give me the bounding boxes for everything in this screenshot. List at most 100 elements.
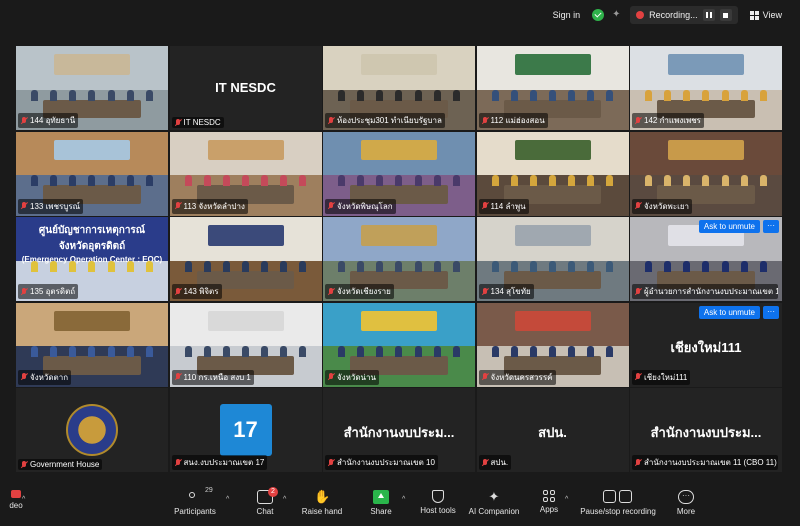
participant-tile[interactable]: สำนักงานงบประม... สำนักงานงบประมาณเขต 10 [323,388,475,472]
participant-tile[interactable]: IT NESDC IT NESDC [169,46,322,130]
participant-tile[interactable]: ศูนย์บัญชาการเหตุการณ์ จังหวัดอุตรดิตถ์ (E… [16,217,168,301]
chat-icon: 2 [257,487,278,504]
participant-name: 114 ลำพูน [490,201,526,211]
ai-sparkle-icon[interactable]: ✦ [612,10,622,20]
pause-stop-recording-button[interactable]: Pause/stop recording [580,490,656,516]
participant-tile[interactable]: จังหวัดตาก [16,302,168,387]
apps-icon [543,490,555,502]
tile-more-options-button[interactable]: ··· [763,305,779,319]
tile-more-options-button[interactable]: ··· [763,220,779,233]
meeting-toolbar: deo ^ 29 Participants ^ 2 Chat ^ ✋ Raise… [0,486,800,526]
participant-name-label: 110 กร.เหนือ สงบ 1 [171,369,254,385]
muted-mic-icon [635,373,641,381]
participant-name-label: จังหวัดนครสวรรค์ [478,369,556,385]
stop-recording-icon [619,490,632,503]
participant-name-label: 144 อุทัยธานี [18,113,79,128]
share-screen-icon [373,490,389,504]
participant-tile[interactable]: 114 ลำพูน [476,131,629,216]
participant-name-label: จังหวัดพะเยา [632,198,693,214]
more-button[interactable]: ··· More [651,490,721,516]
participants-button[interactable]: 29 Participants [160,487,230,516]
grid-view-icon [749,10,759,20]
muted-mic-icon [21,116,27,125]
participant-tile[interactable]: 113 จังหวัดลำปาง [169,131,322,216]
ai-companion-icon: ✦ [488,489,500,504]
participant-name: Government House [30,460,100,469]
participant-name: สนง.งบประมาณเขต 17 [183,458,265,467]
apps-label: Apps [539,505,559,514]
muted-mic-icon [482,202,488,210]
participant-tile[interactable]: 17 สนง.งบประมาณเขต 17 [169,388,322,472]
more-icon: ··· [678,490,694,504]
participant-tile[interactable]: จังหวัดนครสวรรค์ [476,302,629,387]
participant-tile[interactable]: จังหวัดเชียงราย [323,217,475,301]
participant-tile[interactable]: 142 กำแพงเพชร [630,46,782,130]
video-options-caret[interactable]: ^ [22,496,25,503]
participant-tile[interactable]: เชียงใหม่111 Ask to unmute ··· เชียงใหม่111 [630,302,782,387]
participant-tile[interactable]: Ask to unmute ··· ผู้อำนวยการสำนักงานงบประ… [630,217,782,301]
pause-stop-label: Pause/stop recording [580,507,656,516]
share-label: Share [370,507,392,516]
participant-tile[interactable]: สปน. สปน. [476,388,629,472]
participants-options-caret[interactable]: ^ [226,496,229,503]
participants-count: 29 [205,487,213,494]
participant-name-label: Government House [18,459,103,470]
participant-name: 135 อุตรดิตถ์ [30,287,76,296]
participant-tile[interactable]: 112 แม่ฮ่องสอน [476,46,629,130]
participant-name: 144 อุทัยธานี [30,116,76,125]
participant-name: 113 จังหวัดลำปาง [183,201,245,211]
stop-recording-button[interactable] [719,9,732,21]
view-label: View [762,10,782,20]
participant-tile[interactable]: Government House [16,388,168,472]
host-shield-icon [432,490,444,503]
participant-tile[interactable]: 144 อุทัยธานี [16,46,168,130]
view-button[interactable]: View [746,10,786,20]
muted-mic-icon [482,287,488,296]
participant-name: จังหวัดเชียงราย [337,287,391,296]
video-off-icon [11,490,21,498]
muted-mic-icon [635,116,641,125]
chat-options-caret[interactable]: ^ [283,496,286,503]
sign-in-link[interactable]: Sign in [549,10,585,20]
pause-recording-icon [603,490,616,503]
participant-tile[interactable]: ห้องประชุม301 ทำเนียบรัฐบาล [323,46,475,130]
participant-tile[interactable]: จังหวัดพิษณุโลก [323,131,475,216]
participant-tile[interactable]: จังหวัดพะเยา [630,131,782,216]
ask-to-unmute-button[interactable]: Ask to unmute [698,220,760,233]
participant-name-label: ห้องประชุม301 ทำเนียบรัฐบาล [325,113,445,128]
participant-tile[interactable]: 134 สุโขทัย [476,217,629,301]
apps-button[interactable]: Apps [514,490,584,514]
muted-mic-icon [175,373,181,381]
muted-mic-icon [21,287,27,296]
pause-recording-button[interactable] [702,9,715,21]
participant-display-name: IT NESDC [215,80,276,95]
participant-name: จังหวัดน่าน [337,372,376,382]
participant-name-label: สปน. [478,455,512,470]
recording-indicator[interactable]: Recording... [630,6,738,24]
participant-tile[interactable]: จังหวัดน่าน [323,302,475,387]
muted-mic-icon [328,458,334,467]
participant-name-label: สนง.งบประมาณเขต 17 [171,455,268,470]
eoc-banner-text: ศูนย์บัญชาการเหตุการณ์ [38,225,146,236]
top-right-controls: Sign in ✦ Recording... View [549,5,786,25]
muted-mic-icon [21,373,27,381]
participant-name: จังหวัดพะเยา [644,201,690,211]
participant-name: 110 กร.เหนือ สงบ 1 [183,372,251,382]
chat-unread-badge: 2 [268,487,278,497]
participant-display-name: สปน. [538,425,567,440]
participant-name-label: เชียงใหม่111 [632,369,691,385]
muted-mic-icon [482,373,488,381]
participant-tile[interactable]: สำนักงานงบประม... สำนักงานงบประมาณเขต 11 … [630,388,782,472]
participant-name-label: จังหวัดพิษณุโลก [325,198,396,214]
participant-name-label: 135 อุตรดิตถ์ [18,284,79,299]
muted-mic-icon [635,287,641,296]
participant-tile[interactable]: 133 เพชรบูรณ์ [16,131,168,216]
ask-to-unmute-button[interactable]: Ask to unmute [698,305,760,319]
video-button[interactable]: deo [0,490,40,510]
muted-mic-icon [175,458,181,467]
encryption-shield-icon[interactable] [592,9,605,21]
participant-tile[interactable]: 110 กร.เหนือ สงบ 1 [169,302,322,387]
apps-options-caret[interactable]: ^ [565,496,568,503]
participant-tile[interactable]: 143 พิจิตร [169,217,322,301]
muted-mic-icon [328,116,334,125]
